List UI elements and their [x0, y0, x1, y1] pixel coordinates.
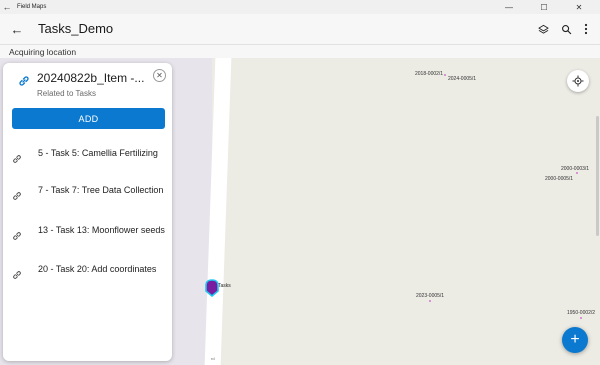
related-record-item[interactable]: 7 - Task 7: Tree Data Collection [3, 185, 172, 221]
related-record-item[interactable]: 13 - Task 13: Moonflower seeds [3, 225, 172, 261]
close-icon: ✕ [156, 70, 163, 80]
related-record-item[interactable]: 5 - Task 5: Camellia Fertilizing [3, 148, 172, 184]
parcel-label: 2024-0005/1 [448, 76, 477, 82]
plus-icon: + [570, 331, 580, 348]
parcel-marker [576, 172, 578, 174]
related-record-label: 7 - Task 7: Tree Data Collection [38, 185, 164, 195]
app-bar: ← Tasks_Demo [0, 14, 600, 44]
related-records-panel: 20240822b_Item -... Related to Tasks ✕ A… [3, 63, 172, 361]
related-record-label: 5 - Task 5: Camellia Fertilizing [38, 148, 158, 158]
road-label: rd [211, 356, 215, 361]
minimize-button[interactable]: — [496, 0, 522, 14]
maximize-button[interactable]: ☐ [531, 0, 557, 14]
close-window-button[interactable]: ✕ [566, 0, 592, 14]
panel-subtitle: Related to Tasks [37, 89, 96, 98]
search-icon [561, 24, 571, 34]
parcel-label: 2000-0005/1 [545, 176, 574, 182]
close-panel-button[interactable]: ✕ [153, 69, 166, 82]
link-icon [13, 271, 21, 279]
more-options-button[interactable] [578, 20, 594, 38]
arrow-left-icon: ← [10, 21, 24, 37]
parcel-marker [429, 300, 431, 302]
back-button[interactable]: ← [8, 19, 26, 39]
location-status-text: Acquiring location [9, 47, 77, 57]
link-icon [13, 155, 21, 163]
map-title: Tasks_Demo [38, 21, 114, 36]
add-related-button[interactable]: ADD [12, 108, 165, 129]
link-icon [13, 192, 21, 200]
panel-title: 20240822b_Item -... [37, 71, 145, 85]
close-icon: ✕ [575, 2, 583, 12]
parcel-label: 2018-0002/1 [415, 71, 444, 77]
search-button[interactable] [558, 20, 574, 38]
layers-icon [537, 24, 549, 34]
crosshair-icon [572, 75, 584, 87]
minimize-icon: — [505, 2, 513, 12]
location-status-bar: Acquiring location [0, 44, 600, 58]
maximize-icon: ☐ [540, 2, 548, 12]
link-icon [13, 232, 21, 240]
locate-button[interactable] [567, 70, 589, 92]
more-vert-icon [584, 23, 588, 35]
related-record-label: 13 - Task 13: Moonflower seeds [38, 225, 165, 235]
parcel-label: 2023-0005/1 [416, 293, 445, 299]
add-feature-button[interactable]: + [562, 327, 588, 353]
pin-label: Tasks [218, 283, 231, 289]
parcel-marker [444, 74, 446, 76]
window-back-button[interactable]: ← [0, 0, 14, 14]
link-icon [19, 76, 29, 86]
scrollbar[interactable] [596, 116, 599, 236]
parcel-label: 1950-0002/2 [567, 310, 596, 316]
parcel-marker [580, 317, 582, 319]
parcel-label: 2000-0003/1 [561, 166, 590, 172]
arrow-left-icon: ← [2, 2, 12, 12]
window-title: Field Maps [17, 4, 47, 10]
related-record-item[interactable]: 20 - Task 20: Add coordinates [3, 264, 172, 300]
selected-feature-pin[interactable] [205, 279, 219, 297]
related-record-label: 20 - Task 20: Add coordinates [38, 264, 157, 274]
layers-button[interactable] [535, 20, 551, 38]
